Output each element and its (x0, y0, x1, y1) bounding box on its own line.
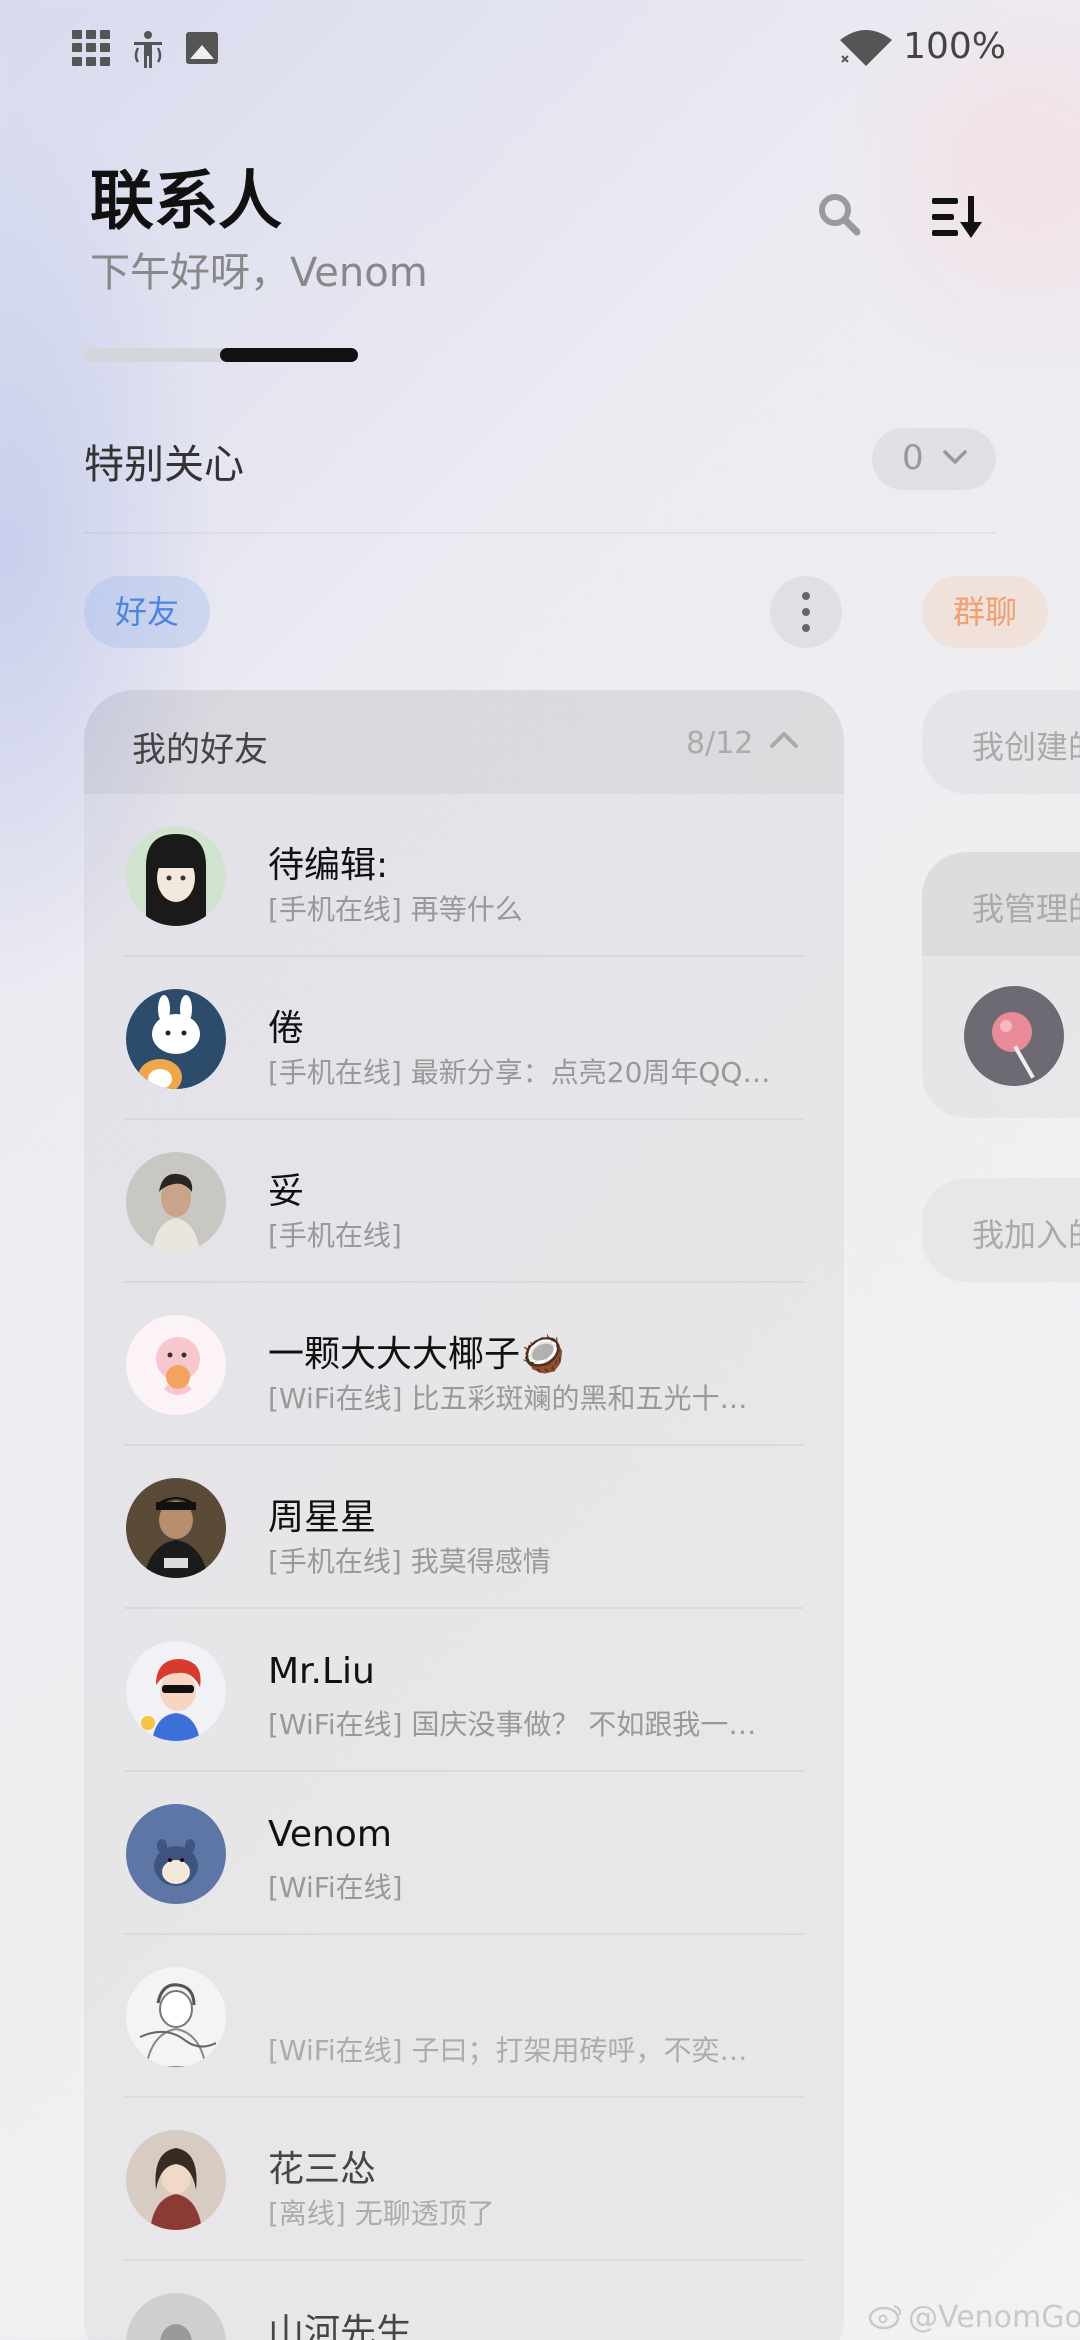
sort-menu-button[interactable] (930, 192, 986, 242)
avatar (126, 2293, 226, 2340)
chevron-up-icon (770, 732, 798, 748)
greeting-text: 下午好呀，Venom (90, 250, 428, 296)
friend-group-title: 我的好友 (132, 730, 268, 770)
page-title: 联系人 (90, 165, 282, 239)
avatar (126, 989, 226, 1089)
friend-status: [WiFi在线] 比五彩斑斓的黑和五光十… (268, 1382, 748, 1415)
friend-row[interactable]: [WiFi在线] 子曰；打架用砖呼，不奕… (84, 1935, 844, 2098)
avatar (126, 1967, 226, 2067)
search-icon (819, 194, 861, 236)
figure-icon (134, 31, 162, 68)
group-section-label: 我管理的 (972, 890, 1080, 928)
battery-percent: 100% (903, 26, 1006, 67)
friend-row[interactable]: 妥 [手机在线] (84, 1120, 844, 1283)
friend-name: 待编辑: (268, 845, 389, 886)
avatar (126, 1641, 226, 1741)
weibo-icon (868, 2305, 902, 2330)
friend-status: [手机在线] (268, 1219, 402, 1252)
friend-status: [WiFi在线] (268, 1871, 403, 1904)
special-care-dropdown[interactable]: 0 (872, 428, 996, 490)
friend-row[interactable]: 周星星 [手机在线] 我莫得感情 (84, 1446, 844, 1609)
friend-group-card: 我的好友 8/12 待编辑: [手机在线] 再等什么 倦 [手机在线] 最新分享… (84, 690, 844, 2340)
friend-row[interactable]: 花三怂 [离线] 无聊透顶了 (84, 2098, 844, 2261)
avatar (126, 2130, 226, 2230)
group-section-label: 我加入的 (972, 1216, 1080, 1254)
divider (84, 532, 996, 534)
friend-name: 周星星 (268, 1497, 377, 1538)
page-indicator (84, 348, 358, 362)
avatar (126, 1152, 226, 1252)
friend-list: 待编辑: [手机在线] 再等什么 倦 [手机在线] 最新分享：点亮20周年QQ…… (84, 794, 844, 2340)
special-care-label: 特别关心 (84, 442, 244, 488)
wifi-icon (840, 30, 892, 66)
friend-row[interactable]: 山河先生 (84, 2261, 844, 2340)
page-indicator-active (220, 348, 358, 362)
watermark-text: @VenomGo (908, 2300, 1080, 2335)
friend-status: [WiFi在线] 子曰；打架用砖呼，不奕… (268, 2034, 748, 2067)
group-avatar[interactable] (964, 986, 1064, 1086)
friend-name: 一颗大大大椰子🥥 (268, 1334, 565, 1375)
sort-icon (932, 196, 982, 238)
special-care-count: 0 (902, 438, 924, 478)
apps-grid-icon (72, 30, 112, 66)
group-section-created[interactable]: 我创建的 (922, 690, 1080, 794)
search-button[interactable] (815, 190, 865, 240)
friend-name: Mr.Liu (268, 1651, 375, 1692)
friend-name: 山河先生 (268, 2312, 413, 2340)
friend-name: 倦 (268, 1008, 305, 1049)
friend-row[interactable]: 一颗大大大椰子🥥 [WiFi在线] 比五彩斑斓的黑和五光十… (84, 1283, 844, 1446)
avatar (126, 1315, 226, 1415)
friend-status: [手机在线] 我莫得感情 (268, 1545, 551, 1578)
friend-row[interactable]: 倦 [手机在线] 最新分享：点亮20周年QQ… (84, 957, 844, 1120)
friend-group-count: 8/12 (686, 726, 754, 761)
avatar (126, 1478, 226, 1578)
avatar (126, 826, 226, 926)
tab-groups[interactable]: 群聊 (922, 576, 1048, 648)
friend-row[interactable]: 待编辑: [手机在线] 再等什么 (84, 794, 844, 957)
friend-group-header[interactable]: 我的好友 8/12 (84, 690, 844, 794)
image-icon (186, 32, 218, 64)
status-bar: 100% (0, 0, 1080, 100)
group-section-managed[interactable]: 我管理的 (922, 852, 1080, 1118)
chevron-down-icon (943, 450, 967, 464)
group-section-joined[interactable]: 我加入的 (922, 1178, 1080, 1282)
friend-status: [手机在线] 再等什么 (268, 893, 523, 926)
group-section-label: 我创建的 (972, 728, 1080, 766)
friend-name: 妥 (268, 1171, 305, 1212)
friend-status: [手机在线] 最新分享：点亮20周年QQ… (268, 1056, 771, 1089)
friend-name: 花三怂 (268, 2149, 377, 2190)
tab-friends[interactable]: 好友 (84, 576, 210, 648)
friend-row[interactable]: Mr.Liu [WiFi在线] 国庆没事做？ 不如跟我一… (84, 1609, 844, 1772)
avatar (126, 1804, 226, 1904)
friend-status: [离线] 无聊透顶了 (268, 2197, 495, 2230)
friend-status: [WiFi在线] 国庆没事做？ 不如跟我一… (268, 1708, 757, 1741)
friend-row[interactable]: Venom [WiFi在线] (84, 1772, 844, 1935)
friend-name: Venom (268, 1814, 392, 1855)
more-options-button[interactable] (770, 576, 842, 648)
